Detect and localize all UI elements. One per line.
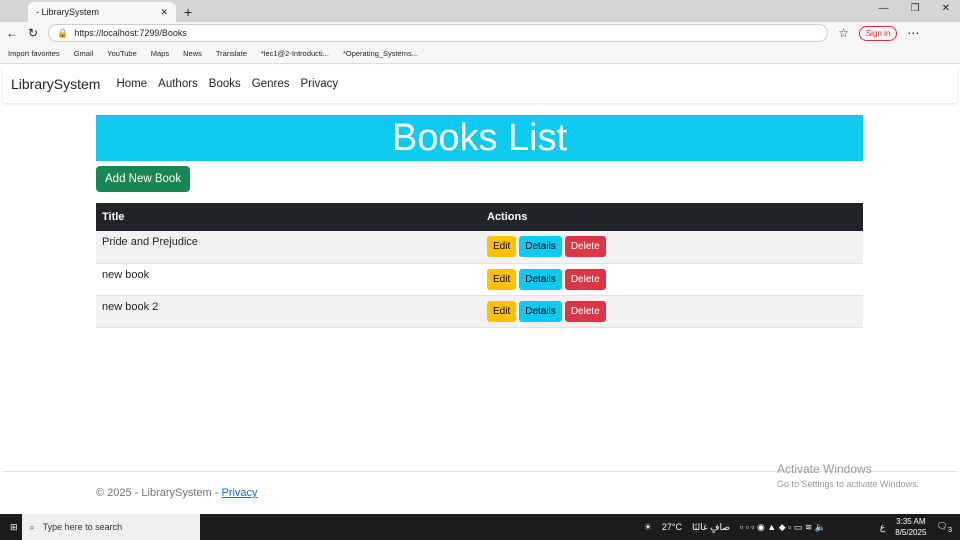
notifications-icon[interactable]: 🗨3	[936, 521, 952, 534]
menu-icon[interactable]: ⋯	[907, 26, 919, 40]
delete-button[interactable]: Delete	[564, 236, 606, 257]
bookmark-item[interactable]: Maps	[151, 49, 169, 58]
nav-genres[interactable]: Genres	[252, 78, 290, 90]
details-button[interactable]: Details	[519, 268, 562, 290]
delete-button[interactable]: Delete	[564, 300, 606, 322]
book-title: new book	[96, 263, 481, 296]
bookmark-item[interactable]: Import favorites	[8, 49, 60, 58]
watermark-title: Activate Windows	[777, 462, 872, 476]
table-row: new book 2 Edit Details Delete	[96, 295, 863, 328]
refresh-icon[interactable]: ↻	[28, 26, 38, 40]
bookmark-item[interactable]: News	[183, 49, 202, 58]
clock[interactable]: 3:35 AM 8/5/2025	[895, 516, 926, 538]
bookmark-item[interactable]: *lec1@2-Introducti...	[261, 49, 329, 58]
details-button[interactable]: Details	[519, 236, 562, 257]
edit-button[interactable]: Edit	[487, 300, 517, 322]
search-placeholder: Type here to search	[42, 522, 123, 532]
actions-cell: Edit Details Delete	[481, 295, 863, 328]
weather-icon: ☀	[643, 521, 652, 532]
column-title: Title	[96, 203, 481, 231]
column-actions: Actions	[481, 203, 863, 231]
restore-button[interactable]: ❐	[911, 3, 920, 14]
edit-button[interactable]: Edit	[487, 236, 517, 257]
browser-tab[interactable]: - LibrarySystem ✕	[28, 2, 176, 22]
tray-icons[interactable]: ▫ ▫ ▫ ◉ ▲ ◆ ▫ ▭ ≋ 🔈	[740, 522, 870, 533]
back-icon[interactable]: ←	[6, 26, 18, 40]
favorites-icon[interactable]: ☆	[838, 26, 849, 40]
tab-title: - LibrarySystem	[36, 7, 100, 17]
close-tab-icon[interactable]: ✕	[160, 7, 168, 18]
new-tab-button[interactable]: +	[184, 2, 192, 22]
search-icon: ⌕	[29, 521, 35, 532]
navbar: LibrarySystem Home Authors Books Genres …	[3, 65, 957, 103]
taskbar-search[interactable]: ⌕ Type here to search	[21, 514, 200, 540]
table-row: Pride and Prejudice Edit Details Delete	[96, 231, 863, 264]
bookmark-item[interactable]: Translate	[216, 49, 247, 58]
tab-bar: - LibrarySystem ✕ + — ❐ ✕	[0, 0, 960, 22]
close-window-button[interactable]: ✕	[942, 3, 950, 14]
minimize-button[interactable]: —	[879, 3, 889, 14]
table-row: new book Edit Details Delete	[96, 263, 863, 296]
sign-in-button[interactable]: Sign in	[858, 25, 898, 41]
watermark-sub: Go to Settings to activate Windows.	[777, 479, 920, 489]
edit-button[interactable]: Edit	[487, 268, 517, 290]
weather-temp[interactable]: 27°C	[662, 522, 682, 532]
page-title: Books List	[96, 115, 863, 161]
add-book-button[interactable]: Add New Book	[96, 166, 191, 192]
weather-text: صافٍ غالبًا	[692, 521, 730, 532]
actions-cell: Edit Details Delete	[481, 231, 863, 264]
bookmark-item[interactable]: *Operating_Systems...	[343, 49, 418, 58]
nav-home[interactable]: Home	[116, 78, 147, 90]
brand-link[interactable]: LibrarySystem	[11, 76, 100, 92]
web-page: LibrarySystem Home Authors Books Genres …	[3, 65, 957, 513]
language-indicator[interactable]: ع	[880, 522, 885, 533]
activate-windows-watermark: Activate Windows Go to Settings to activa…	[777, 462, 919, 489]
delete-button[interactable]: Delete	[564, 268, 606, 290]
nav-books[interactable]: Books	[209, 78, 241, 90]
footer-text: © 2025 - LibrarySystem -	[96, 487, 222, 499]
taskbar: ⊞ ⌕ Type here to search ☀ 27°C صافٍ غالبً…	[0, 514, 960, 540]
bookmark-item[interactable]: YouTube	[107, 49, 136, 58]
lock-icon: 🔒	[57, 27, 69, 38]
actions-cell: Edit Details Delete	[481, 263, 863, 296]
book-title: Pride and Prejudice	[96, 231, 481, 264]
nav-authors[interactable]: Authors	[158, 78, 198, 90]
address-bar[interactable]: 🔒 https://localhost:7299/Books	[48, 24, 829, 42]
books-table: Title Actions Pride and Prejudice Edit Det…	[96, 203, 863, 328]
bookmarks-bar: Import favorites Gmail YouTube Maps News…	[0, 44, 960, 64]
book-title: new book 2	[96, 295, 481, 328]
url-text: https://localhost:7299/Books	[74, 28, 187, 38]
date: 8/5/2025	[895, 528, 927, 537]
footer-privacy-link[interactable]: Privacy	[221, 487, 257, 499]
notification-count: 3	[947, 524, 952, 534]
nav-privacy[interactable]: Privacy	[300, 78, 338, 90]
time: 3:35 AM	[896, 517, 926, 526]
bookmark-item[interactable]: Gmail	[74, 49, 94, 58]
details-button[interactable]: Details	[519, 300, 562, 322]
start-icon[interactable]: ⊞	[10, 522, 18, 533]
